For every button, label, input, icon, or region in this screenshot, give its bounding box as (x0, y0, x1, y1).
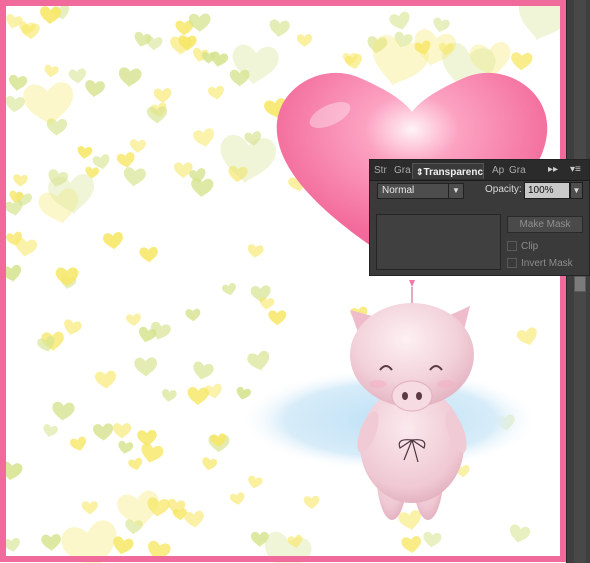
tab-graphic-styles[interactable]: Gra (509, 163, 529, 179)
make-mask-button[interactable]: Make Mask (507, 216, 583, 233)
heart-shape (138, 441, 165, 466)
heart-shape (507, 523, 532, 545)
heart-shape (400, 535, 423, 555)
heart-shape (221, 282, 238, 297)
heart-shape (268, 19, 291, 38)
heart-shape (134, 357, 158, 377)
object-thumbnail (376, 214, 501, 270)
heart-shape (185, 308, 201, 322)
tab-transparency-label: Transparency (423, 167, 484, 178)
artwork-canvas[interactable] (0, 0, 568, 563)
heart-shape (145, 36, 163, 52)
clip-option[interactable]: Clip (507, 240, 538, 254)
heart-shape (246, 475, 264, 491)
heart-shape (13, 237, 38, 259)
scrollbar-thumb[interactable] (574, 276, 586, 292)
heart-shape (125, 312, 142, 328)
heart-shape (39, 5, 62, 25)
heart-shape (190, 177, 214, 198)
clip-checkbox[interactable] (507, 241, 517, 252)
invert-mask-label: Invert Mask (521, 258, 573, 269)
heart-shape (229, 491, 246, 507)
heart-shape (110, 535, 135, 557)
balloon-string (409, 280, 415, 305)
heart-shape (51, 401, 75, 422)
heart-shape (69, 435, 89, 453)
heart-shape (41, 423, 59, 439)
heart-shape (122, 166, 147, 188)
heart-shape (431, 16, 451, 35)
invert-mask-checkbox[interactable] (507, 258, 517, 269)
heart-shape (7, 74, 28, 92)
heart-shape (510, 51, 533, 71)
chevron-down-icon[interactable]: ▼ (448, 184, 463, 198)
heart-shape (3, 537, 22, 553)
heart-shape (116, 151, 137, 170)
tab-appearance[interactable]: Ap (492, 163, 508, 179)
heart-shape (84, 79, 106, 99)
heart-shape (258, 296, 275, 311)
heart-shape (422, 531, 442, 549)
heart-shape (81, 501, 98, 515)
heart-shape (234, 386, 252, 402)
heart-shape (117, 66, 142, 88)
blend-mode-value: Normal (382, 185, 415, 196)
heart-shape (4, 95, 26, 114)
heart-shape (246, 349, 272, 373)
clip-label: Clip (521, 241, 539, 252)
heart-shape (40, 533, 62, 552)
invert-mask-option[interactable]: Invert Mask (507, 257, 573, 271)
heart-shape (188, 13, 211, 33)
transparency-panel: Str Gra ⇕Transparency Ap Gra ▸▸ ▾≡ Norma… (369, 159, 590, 276)
heart-shape (397, 509, 424, 532)
heart-shape (303, 495, 320, 510)
heart-shape (229, 69, 250, 87)
blend-mode-select[interactable]: Normal ▼ (377, 183, 464, 199)
opacity-dropdown-icon[interactable]: ▼ (570, 182, 583, 199)
heart-shape (200, 456, 218, 472)
swap-arrows-icon: ⇕ (416, 167, 424, 177)
heart-shape (160, 388, 178, 403)
artboard[interactable] (0, 0, 568, 563)
tab-gradient[interactable]: Gra (394, 163, 412, 179)
heart-shape (511, 0, 568, 47)
heart-shape (515, 326, 540, 348)
heart-shape (76, 145, 93, 160)
heart-shape (207, 85, 226, 101)
heart-shape (268, 310, 287, 326)
heart-shape (139, 246, 159, 263)
panel-tab-bar: Str Gra ⇕Transparency Ap Gra ▸▸ ▾≡ (370, 160, 589, 181)
heart-shape (296, 34, 313, 48)
opacity-input[interactable]: 100% (524, 182, 570, 199)
heart-shape (12, 174, 29, 188)
heart-shape (204, 382, 224, 401)
heart-shape (127, 457, 144, 472)
heart-shape (94, 370, 118, 390)
double-arrow-icon[interactable]: ▸▸ (548, 163, 558, 177)
heart-shape (192, 127, 217, 149)
panel-menu-icon[interactable]: ▾≡ (570, 163, 581, 177)
heart-shape (102, 231, 125, 251)
heart-shape (112, 423, 132, 439)
heart-shape (43, 64, 60, 79)
heart-shape (55, 267, 79, 287)
opacity-label: Opacity: (485, 184, 522, 195)
heart-shape (92, 423, 114, 442)
heart-shape (153, 87, 172, 104)
heart-shape (129, 139, 147, 154)
heart-shape (68, 67, 88, 85)
tab-stroke[interactable]: Str (374, 163, 392, 179)
heart-shape (183, 510, 206, 529)
heart-shape (190, 360, 215, 382)
heart-shape (22, 81, 76, 128)
tab-transparency[interactable]: ⇕Transparency (412, 163, 484, 179)
heart-shape (388, 10, 413, 33)
heart-shape (61, 318, 83, 337)
heart-shape (116, 440, 134, 456)
heart-shape (246, 243, 265, 259)
